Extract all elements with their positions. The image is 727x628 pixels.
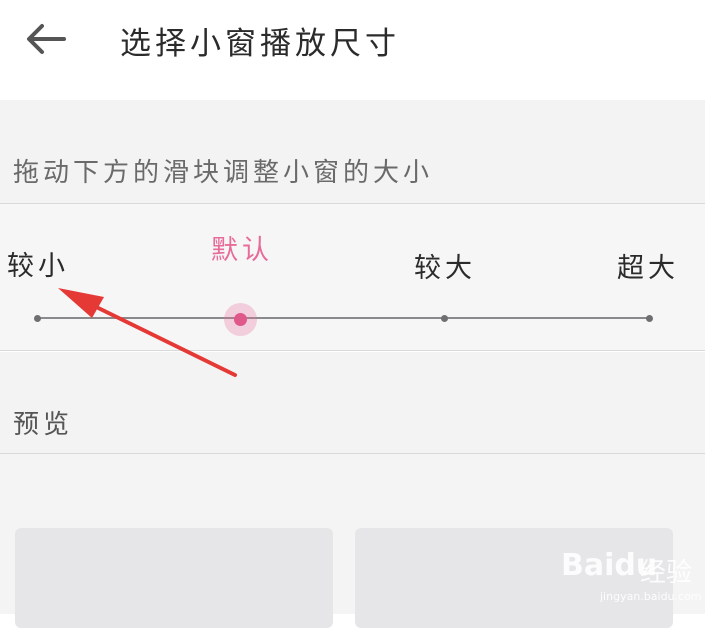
slider-stop-large[interactable]	[441, 315, 448, 322]
slider-stop-xlarge[interactable]	[646, 315, 653, 322]
slider-thumb-core	[234, 313, 247, 326]
preview-header-section	[0, 352, 705, 454]
preview-label: 预览	[13, 410, 74, 440]
preview-card	[15, 528, 333, 628]
size-slider-section	[0, 204, 705, 351]
size-option-default-label[interactable]: 默认	[211, 228, 273, 267]
watermark-url: jingyan.baidu.com	[600, 590, 702, 603]
right-edge	[705, 0, 727, 614]
page-title: 选择小窗播放尺寸	[120, 26, 400, 62]
size-option-small-label[interactable]: 较小	[7, 244, 69, 283]
size-option-large-label[interactable]: 较大	[414, 246, 476, 285]
watermark-brand-cn: 经验	[640, 558, 693, 588]
slider-stop-small[interactable]	[34, 315, 41, 322]
slider-track[interactable]	[37, 317, 650, 319]
size-option-xlarge-label[interactable]: 超大	[617, 246, 679, 285]
top-app-bar: 选择小窗播放尺寸	[0, 0, 705, 100]
hint-text: 拖动下方的滑块调整小窗的大小	[13, 158, 434, 188]
back-arrow-icon[interactable]	[24, 22, 66, 56]
slider-thumb[interactable]	[224, 303, 257, 336]
